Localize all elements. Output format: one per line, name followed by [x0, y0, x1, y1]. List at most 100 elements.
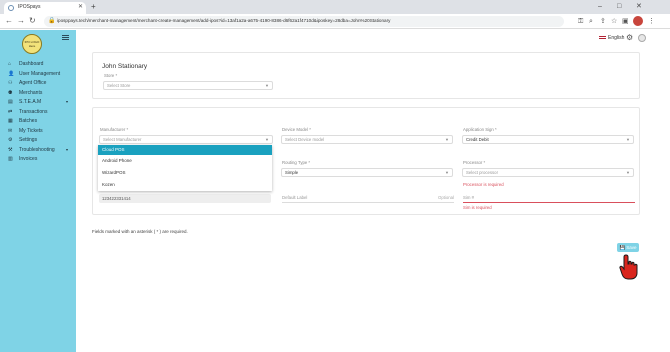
- avatar[interactable]: [638, 34, 646, 42]
- caret-down-icon: ▼: [265, 83, 269, 88]
- menu-dots-icon[interactable]: ⋮: [648, 17, 655, 26]
- new-tab-icon[interactable]: +: [91, 2, 96, 12]
- language-label: English: [608, 35, 625, 41]
- home-icon: ⌂: [8, 61, 12, 67]
- gear-icon[interactable]: ⚙: [626, 33, 633, 42]
- manufacturer-dropdown: Cloud POS Android Phone WizardPOS Kozen: [98, 145, 272, 191]
- sidebar-item-label: Agent Office: [19, 80, 47, 86]
- sidebar: IPO LOGO Here ⌂ Dashboard 👤 User Managem…: [0, 30, 76, 352]
- processor-placeholder: Select processor: [466, 170, 499, 175]
- sidebar-item-invoices[interactable]: ▥ Invoices: [8, 155, 72, 164]
- reload-icon[interactable]: ↻: [29, 16, 36, 26]
- maximize-icon[interactable]: □: [617, 2, 621, 12]
- zoom-icon[interactable]: ⌕: [589, 17, 593, 26]
- url-input[interactable]: 🔒 iposppays.tech/merchant-management/mer…: [44, 16, 564, 27]
- user-icon: 👤: [8, 70, 15, 77]
- browser-tab[interactable]: IPOSpays ✕: [4, 2, 86, 14]
- dropdown-option-cloud-pos[interactable]: Cloud POS: [98, 145, 272, 155]
- default-label-input[interactable]: Default Label Optional: [282, 194, 454, 203]
- address-bar-row: ← → ↻ 🔒 iposppays.tech/merchant-manageme…: [0, 14, 670, 29]
- sim-error: Sim is required: [463, 205, 492, 210]
- sidebar-item-merchants[interactable]: ⚉ Merchants: [8, 89, 72, 98]
- sidebar-item-label: Invoices: [19, 156, 38, 162]
- device-model-label: Device Model *: [282, 127, 311, 132]
- sidebar-item-transactions[interactable]: ⇄ Transactions: [8, 108, 72, 117]
- sidebar-item-my-tickets[interactable]: ✉ My Tickets: [8, 127, 72, 136]
- sidebar-item-dashboard[interactable]: ⌂ Dashboard: [8, 60, 72, 69]
- extensions-icon[interactable]: ▣: [622, 17, 629, 26]
- sidebar-item-troubleshooting[interactable]: ⚒ Troubleshooting ▾: [8, 146, 72, 155]
- routing-type-value: Simple: [285, 170, 299, 175]
- caret-down-icon: ▼: [265, 137, 269, 142]
- favicon-icon: [8, 5, 14, 11]
- sidebar-item-label: Batches: [19, 118, 38, 124]
- manufacturer-label: Manufacturer *: [100, 127, 129, 132]
- routing-type-select[interactable]: Simple ▼: [281, 168, 453, 177]
- sidebar-item-settings[interactable]: ⚙ Settings: [8, 136, 72, 145]
- share-icon[interactable]: ⇪: [600, 17, 606, 26]
- store-select[interactable]: Select Store ▼: [103, 81, 273, 90]
- dropdown-option-wizardpos[interactable]: WizardPOS: [98, 168, 272, 178]
- sidebar-item-label: S.T.E.A.M: [19, 99, 42, 105]
- sidebar-item-user-management[interactable]: 👤 User Management: [8, 70, 72, 79]
- browser-tab-bar: IPOSpays ✕ + – □ ✕: [0, 0, 670, 14]
- save-label: Save: [626, 245, 637, 250]
- merchant-name: John Stationary: [102, 63, 148, 70]
- hamburger-menu-icon[interactable]: [62, 35, 69, 40]
- hand-pointer-icon: [619, 254, 638, 280]
- sim-placeholder: Sim #: [463, 195, 474, 200]
- device-model-placeholder: Select Device model: [285, 137, 325, 142]
- url-text: iposppays.tech/merchant-management/merch…: [57, 18, 391, 23]
- application-sign-select[interactable]: Credit Debit ▼: [462, 135, 634, 144]
- processor-label: Processor *: [463, 160, 486, 165]
- lock-icon: 🔒: [48, 18, 56, 24]
- us-flag-icon: [599, 35, 606, 40]
- ticket-icon: ✉: [8, 127, 13, 134]
- back-icon[interactable]: ←: [5, 16, 13, 26]
- save-button[interactable]: 💾 Save: [617, 243, 639, 252]
- device-model-select[interactable]: Select Device model ▼: [281, 135, 453, 144]
- sidebar-item-label: Merchants: [19, 89, 43, 96]
- batches-icon: ▦: [8, 118, 13, 124]
- close-tab-icon[interactable]: ✕: [78, 3, 83, 10]
- forward-icon[interactable]: →: [17, 16, 25, 26]
- default-label-placeholder: Default Label: [282, 195, 308, 200]
- transactions-icon: ⇄: [8, 108, 13, 115]
- gear-icon: ⚙: [8, 137, 13, 143]
- store-label: Store *: [104, 73, 118, 78]
- minimize-icon[interactable]: –: [598, 2, 602, 12]
- caret-down-icon: ▼: [626, 170, 630, 175]
- language-selector[interactable]: English: [599, 35, 624, 41]
- dropdown-option-android-phone[interactable]: Android Phone: [98, 156, 272, 166]
- sidebar-item-batches[interactable]: ▦ Batches: [8, 117, 72, 126]
- key-icon[interactable]: ⚿: [578, 17, 583, 26]
- dropdown-option-kozen[interactable]: Kozen: [98, 180, 272, 190]
- application-sign-label: Application Sign *: [463, 127, 497, 132]
- caret-down-icon: ▼: [445, 137, 449, 142]
- store-card: John Stationary Store * Select Store ▼: [92, 52, 640, 99]
- bookmark-star-icon[interactable]: ☆: [611, 17, 617, 26]
- sidebar-item-agent-office[interactable]: ⚇ Agent Office: [8, 79, 72, 88]
- optional-hint: Optional: [437, 195, 454, 200]
- profile-avatar[interactable]: [633, 16, 643, 26]
- tab-title: IPOSpays: [18, 4, 41, 10]
- sim-input[interactable]: Sim #: [463, 194, 635, 203]
- sidebar-item-steam[interactable]: ▤ S.T.E.A.M ▾: [8, 98, 72, 107]
- processor-select[interactable]: Select processor ▼: [462, 168, 634, 177]
- serial-number-value: 123422331414: [102, 196, 131, 201]
- caret-down-icon: ▼: [445, 170, 449, 175]
- merchants-icon: ⚉: [8, 89, 13, 96]
- store-placeholder: Select Store: [107, 83, 131, 88]
- sidebar-item-label: Settings: [19, 137, 38, 143]
- sidebar-item-label: Troubleshooting: [19, 146, 55, 153]
- manufacturer-select[interactable]: Select Manufacturer ▼: [99, 135, 273, 144]
- logo[interactable]: IPO LOGO Here: [22, 34, 42, 54]
- serial-number-field: 123422331414: [99, 194, 271, 203]
- manufacturer-placeholder: Select Manufacturer: [103, 137, 142, 142]
- caret-down-icon: ▼: [626, 137, 630, 142]
- close-window-icon[interactable]: ✕: [636, 2, 642, 12]
- chevron-down-icon: ▾: [66, 99, 69, 104]
- logo-text: IPO LOGO Here: [24, 40, 40, 48]
- sidebar-item-label: User Management: [19, 70, 61, 77]
- sidebar-item-label: Transactions: [19, 108, 48, 115]
